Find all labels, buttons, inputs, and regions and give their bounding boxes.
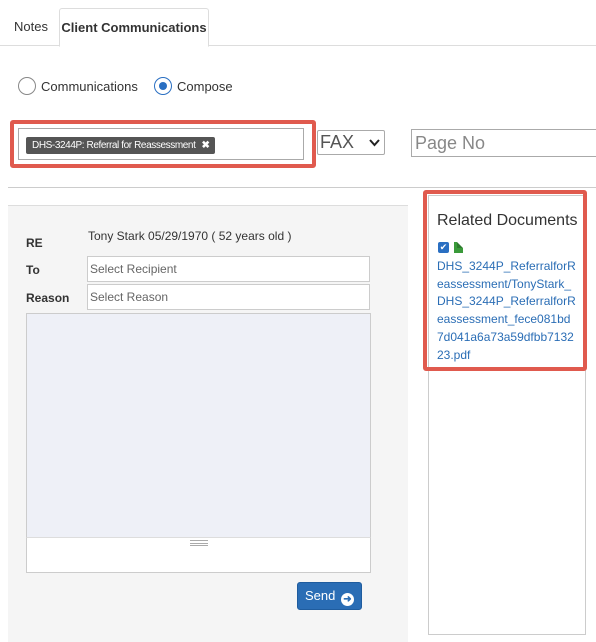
section-divider (8, 187, 596, 188)
delivery-method-value: FAX (320, 132, 355, 152)
arrow-right-circle-icon: ➜ (341, 593, 354, 606)
tab-bar: Notes Client Communications (0, 8, 596, 47)
remove-tag-icon[interactable]: ✖ (201, 140, 209, 151)
send-button-label: Send (305, 588, 336, 603)
tab-client-communications[interactable]: Client Communications (59, 8, 209, 47)
to-label: To (26, 263, 40, 277)
reason-select[interactable]: Select Reason (87, 284, 370, 310)
related-document-link[interactable]: DHS_3244P_ReferralforReassessment/TonySt… (437, 258, 577, 364)
resize-grip-icon[interactable] (190, 540, 208, 546)
communications-radio-label[interactable]: Communications (41, 79, 138, 94)
re-label: RE (26, 236, 43, 250)
related-document-checkbox[interactable]: ✔ (438, 242, 449, 253)
tab-notes[interactable]: Notes (3, 8, 59, 46)
delivery-method-select[interactable]: FAX (317, 130, 385, 155)
re-value: Tony Stark 05/29/1970 ( 52 years old ) (88, 229, 292, 243)
recipient-select[interactable]: Select Recipient (87, 256, 370, 282)
chevron-down-icon (369, 131, 380, 162)
communications-radio[interactable] (18, 77, 36, 95)
send-button[interactable]: Send ➜ (297, 582, 362, 610)
selected-document-tag-label: DHS-3244P: Referral for Reassessment (32, 140, 196, 151)
document-select[interactable]: DHS-3244P: Referral for Reassessment ✖ (18, 128, 304, 160)
file-icon (454, 242, 463, 253)
compose-radio[interactable] (154, 77, 172, 95)
editor-resize-bar[interactable] (26, 537, 371, 573)
related-documents-title: Related Documents (437, 212, 578, 229)
compose-radio-label[interactable]: Compose (177, 79, 233, 94)
selected-document-tag: DHS-3244P: Referral for Reassessment ✖ (26, 137, 216, 154)
page-no-input[interactable]: Page No (411, 129, 596, 157)
reason-label: Reason (26, 291, 70, 305)
message-body-editor[interactable] (26, 313, 371, 538)
